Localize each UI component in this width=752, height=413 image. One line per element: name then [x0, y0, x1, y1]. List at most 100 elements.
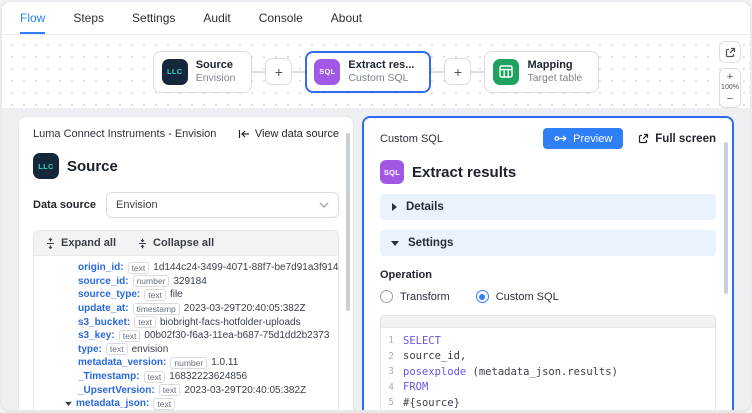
sql-text: #{source}	[403, 397, 460, 409]
radio-label: Custom SQL	[496, 291, 559, 303]
preview-button[interactable]: Preview	[543, 128, 623, 149]
tab-flow[interactable]: Flow	[20, 2, 45, 34]
code-text: SELECT	[403, 335, 441, 347]
flow-node-subtitle: Target table	[527, 72, 582, 84]
tree-row[interactable]: source_id:number329184	[34, 275, 338, 289]
tree-value: 2023-03-29T20:40:05:382Z	[184, 385, 306, 396]
sql-keyword: SELECT	[403, 335, 441, 347]
right-panel-scrollbar[interactable]	[724, 142, 728, 294]
code-line[interactable]: 3posexplode (metadata_json.results)	[381, 364, 715, 380]
code-line[interactable]: 2source_id,	[381, 349, 715, 365]
workspace: Luma Connect Instruments - Envision View…	[2, 108, 750, 410]
details-accordion[interactable]: Details	[380, 194, 716, 220]
external-link-icon	[725, 47, 736, 58]
tab-about[interactable]: About	[331, 2, 362, 34]
type-badge: text	[119, 330, 141, 342]
data-source-value: Envision	[116, 199, 158, 211]
collapse-all-button[interactable]: Collapse all	[138, 237, 214, 249]
tree-key: s3_key:	[78, 330, 115, 341]
sql-icon: SQL	[314, 59, 340, 85]
type-badge: text	[144, 289, 166, 301]
editor-body[interactable]: 1SELECT2source_id,3posexplode (metadata_…	[381, 328, 715, 410]
caret-down-icon[interactable]	[65, 401, 72, 406]
tab-console[interactable]: Console	[259, 2, 303, 34]
type-badge: timestamp	[133, 303, 180, 315]
tree-row[interactable]: _UpsertVersion:text2023-03-29T20:40:05:3…	[34, 383, 338, 397]
tree-value: 1d144c24-3499-4071-88f7-be7d91a3f914	[153, 262, 338, 273]
code-line[interactable]: 1SELECT	[381, 333, 715, 349]
type-badge: number	[170, 357, 207, 369]
settings-label: Settings	[408, 237, 453, 249]
type-badge: text	[128, 262, 150, 274]
add-step-button[interactable]: +	[444, 58, 471, 85]
code-line[interactable]: 5#{source}	[381, 395, 715, 410]
left-panel-scrollbar[interactable]	[346, 133, 350, 311]
expand-all-button[interactable]: Expand all	[46, 237, 116, 249]
sql-editor[interactable]: 1SELECT2source_id,3posexplode (metadata_…	[380, 315, 716, 410]
zoom-out-button[interactable]: −	[727, 93, 733, 105]
radio-circle-icon	[476, 290, 489, 303]
editor-toolbar	[381, 316, 715, 328]
tree-key: type:	[78, 344, 102, 355]
radio-label: Transform	[400, 291, 450, 303]
tree-value: 16832223624856	[169, 371, 247, 382]
source-panel: Luma Connect Instruments - Envision View…	[18, 116, 354, 410]
source-panel-title: Luma Connect Instruments - Envision	[33, 128, 216, 140]
code-text: FROM	[403, 381, 428, 393]
tree-row[interactable]: type:textenvision	[34, 343, 338, 357]
table-icon	[493, 59, 519, 85]
tree-value: 2023-03-29T20:40:05:382Z	[184, 303, 306, 314]
flow-canvas[interactable]: LLCSourceEnvision + SQL Extract res...Custo…	[2, 35, 750, 108]
source-heading: Source	[67, 158, 118, 175]
settings-accordion[interactable]: Settings	[380, 230, 716, 256]
tab-steps[interactable]: Steps	[73, 2, 104, 34]
app-window: FlowStepsSettingsAuditConsoleAbout LLCSo…	[1, 1, 751, 411]
flow-node-text: MappingTarget table	[527, 59, 582, 84]
tree-toolbar: Expand all Collapse all	[34, 231, 338, 256]
connector-line	[471, 71, 484, 73]
flow-node-text: Extract res...Custom SQL	[348, 59, 414, 84]
data-source-select[interactable]: Envision	[106, 192, 339, 218]
tree-row[interactable]: update_at:timestamp2023-03-29T20:40:05:3…	[34, 302, 338, 316]
tree-row[interactable]: origin_id:text1d144c24-3499-4071-88f7-be…	[34, 261, 338, 275]
extract-results-heading: Extract results	[412, 164, 516, 181]
tab-audit[interactable]: Audit	[203, 2, 230, 34]
code-text: source_id,	[403, 350, 466, 362]
tree-key: metadata_json:	[76, 398, 149, 409]
flow-node-title: Extract res...	[348, 59, 414, 72]
tree-value: 1.0.11	[211, 357, 238, 368]
add-step-button[interactable]: +	[265, 58, 292, 85]
code-text: posexplode (metadata_json.results)	[403, 366, 618, 378]
tree-row[interactable]: s3_bucket:textbiobright-facs-hotfolder-u…	[34, 315, 338, 329]
tree-row[interactable]: metadata_json:text	[34, 397, 338, 410]
full-screen-button[interactable]: Full screen	[638, 133, 716, 145]
flow-node-subtitle: Envision	[196, 72, 236, 84]
flow-row: LLCSourceEnvision + SQL Extract res...Custo…	[153, 51, 600, 93]
tree-row[interactable]: metadata_version:number1.0.11	[34, 356, 338, 370]
flow-node-text: SourceEnvision	[196, 59, 236, 84]
tree-row[interactable]: source_type:textfile	[34, 288, 338, 302]
flow-node-source[interactable]: LLCSourceEnvision	[153, 51, 253, 93]
zoom-in-button[interactable]: +	[727, 71, 733, 83]
caret-right-icon	[391, 203, 397, 211]
view-data-source-button[interactable]: View data source	[238, 128, 339, 140]
tree-row[interactable]: _Timestamp:text16832223624856	[34, 370, 338, 384]
code-line-number: 5	[381, 397, 403, 408]
radio-custom-sql[interactable]: Custom SQL	[476, 290, 559, 303]
flow-node-extract-res[interactable]: SQL Extract res...Custom SQL	[305, 51, 431, 93]
zoom-control: + 100% −	[719, 68, 741, 108]
open-canvas-button[interactable]	[719, 41, 741, 63]
code-line-number: 2	[381, 351, 403, 362]
tree-key: _UpsertVersion:	[78, 385, 155, 396]
tree-row[interactable]: s3_key: text00b02f30-f6a3-11ea-b687-75d1d…	[34, 329, 338, 343]
radio-circle-icon	[380, 290, 393, 303]
details-label: Details	[406, 201, 444, 213]
radio-transform[interactable]: Transform	[380, 290, 450, 303]
flow-node-mapping[interactable]: MappingTarget table	[484, 51, 599, 93]
tree-key: s3_bucket:	[78, 317, 130, 328]
tree-value: envision	[132, 344, 169, 355]
llc-icon: LLC	[33, 153, 59, 179]
tab-settings[interactable]: Settings	[132, 2, 175, 34]
tree-value: 00b02f30-f6a3-11ea-b687-75d1dd2b2373	[144, 330, 329, 341]
code-line[interactable]: 4FROM	[381, 380, 715, 396]
